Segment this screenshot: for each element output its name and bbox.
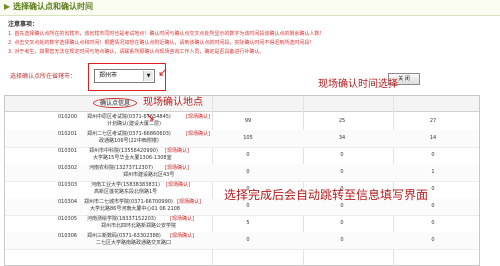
slot-value[interactable]: 0 [330,169,354,176]
table-row: 010200 郑州中原区考试院(0371-67654845) [现场确认] 计划… [5,113,479,131]
slot-value[interactable]: 0 [236,169,260,176]
page-title: 选择确认点和确认时间 [13,2,93,11]
site-link[interactable]: [现场确认] [165,148,189,155]
location-annotation: 现场确认地点 [143,97,203,108]
row-code: 010304 [58,199,78,205]
row-primary-text: 河南农科院(13273712307) [89,165,153,171]
row-secondary-text: 大学路15号华业大厦1306-1308室 [93,155,172,161]
redirect-annotation: 选择完成后会自动跳转至信息填写界面 [224,188,429,202]
slot-value[interactable]: 0 [236,152,260,159]
row-code: 010201 [58,131,78,137]
city-select-value: 郑州市 [99,72,118,79]
slot-value[interactable]: 0 [421,152,445,159]
slot-value[interactable]: 5 [236,220,260,227]
row-primary-text: 郑州市二七城市学院(0371-66700990) [84,199,173,205]
slot-value[interactable]: 1 [421,169,445,176]
row-primary-text: 郑州中原区考试院(0371-67654845) [87,114,171,120]
slot-value[interactable]: 27 [421,118,445,125]
time-selection-annotation: 现场确认时间选择 [318,79,398,90]
chevron-down-icon[interactable]: ▼ [143,71,153,81]
notice-title: 注意事项： [8,21,39,28]
slot-value[interactable]: 0 [330,203,354,210]
slot-value[interactable]: 0 [236,237,260,244]
row-primary-text: 郑州二七区考试院(0371-66860603) [87,131,171,137]
row-secondary-text: 高新区莲花路东段北侧路1号 [94,189,158,195]
row-secondary-text: 政通路106号(22中西附楼) [99,138,159,144]
slot-value[interactable]: 0 [330,220,354,227]
table-row: 010302 河南农科院(13273712307) [现场确认] 郑州市建设路北… [5,164,479,182]
city-select[interactable]: 郑州市 ▼ [94,69,155,83]
row-code: 010306 [58,233,78,239]
slot-value[interactable]: 0 [421,203,445,210]
location-header: 确认点信息 [100,100,131,107]
confirmation-page: ▶ 选择确认点和确认时间 注意事项： 1. 首先选择确认点所在的省辖市，该省辖市… [0,0,500,266]
site-link[interactable]: [现场确认] [170,233,194,240]
slot-value[interactable]: 99 [236,118,260,125]
table-row: 010301 郑州市中科院(13558420990) [现场确认] 大学路15号… [5,147,479,165]
site-link[interactable]: [现场确认] [165,165,189,172]
table-header: 确认点信息 [5,96,479,112]
slot-value[interactable]: 0 [330,152,354,159]
row-code: 010301 [58,148,78,154]
row-secondary-text: 郑州市建设路北区43号 [123,172,175,178]
notice-line-3: 3. 对于考生，如果您无法在规定时间与地点确认，请联系所报确认点现场咨询工作人员… [8,49,265,55]
row-code: 010305 [58,216,78,222]
row-code: 010303 [58,182,78,188]
row-primary-text: 河南测绘学院(18337152203) [87,216,156,222]
row-secondary-text: 二七区大学路南路政通路交叉路口 [96,240,172,246]
row-primary-text: 河南工业大学(15838383831) [91,182,160,188]
slot-value[interactable]: 34 [330,135,354,142]
row-secondary-text: 大学北路86号河南大厦中心01 06 2108 [90,206,180,212]
table-row: 010305 河南测绘学院(18337152203) [现场确认] 郑州市北四环… [5,215,479,233]
table-row: 010201 郑州二七区考试院(0371-66860603) [现场确认] 政通… [5,130,479,148]
slot-value[interactable]: 0 [421,220,445,227]
site-link[interactable]: [现场确认] [170,216,194,223]
title-arrow-icon: ▶ [4,2,11,11]
site-link[interactable]: [现场确认] [186,114,210,121]
slot-value[interactable]: 25 [330,118,354,125]
slot-value[interactable]: 14 [421,135,445,142]
slot-value[interactable]: 0 [421,237,445,244]
selector-arrow-icon: ↙ [158,65,169,79]
location-arrow-icon: ↘ [145,110,156,124]
row-primary-text: 郑州市中科院(13558420990) [89,148,158,154]
row-primary-text: 郑州三新数码(0371-63302388) [87,233,161,239]
notice-line-2: 2. 点击交叉点处的数字选择确认点和时间！根据情况如想在确认点附近确认，请到该确… [8,40,315,46]
notice-line-1: 1. 首先选择确认点所在的省辖市，该省辖市同时也是考试地点！确认时间与确认点交叉… [8,31,325,37]
site-link[interactable]: [现场确认] [186,131,210,138]
site-link[interactable]: [现场确认] [166,182,190,189]
row-code: 010302 [58,165,78,171]
confirmation-table: 确认点信息 010200 郑州中原区考试院(0371-67654845) [现场… [4,95,480,266]
site-link[interactable]: [现场确认] [177,199,201,206]
row-secondary-text: 郑州市北四环北路新郑路公安学院 [101,223,177,229]
slot-value[interactable]: 0 [330,237,354,244]
slot-value[interactable]: 0 [236,203,260,210]
page-title-bar: ▶ 选择确认点和确认时间 [0,0,500,16]
city-select-label: 选择确认点所在省辖市： [10,73,77,80]
row-code: 010200 [58,114,78,120]
table-row: 010306 郑州三新数码(0371-63302388) [现场确认] 二七区大… [5,232,479,250]
slot-value[interactable]: 105 [236,135,260,142]
